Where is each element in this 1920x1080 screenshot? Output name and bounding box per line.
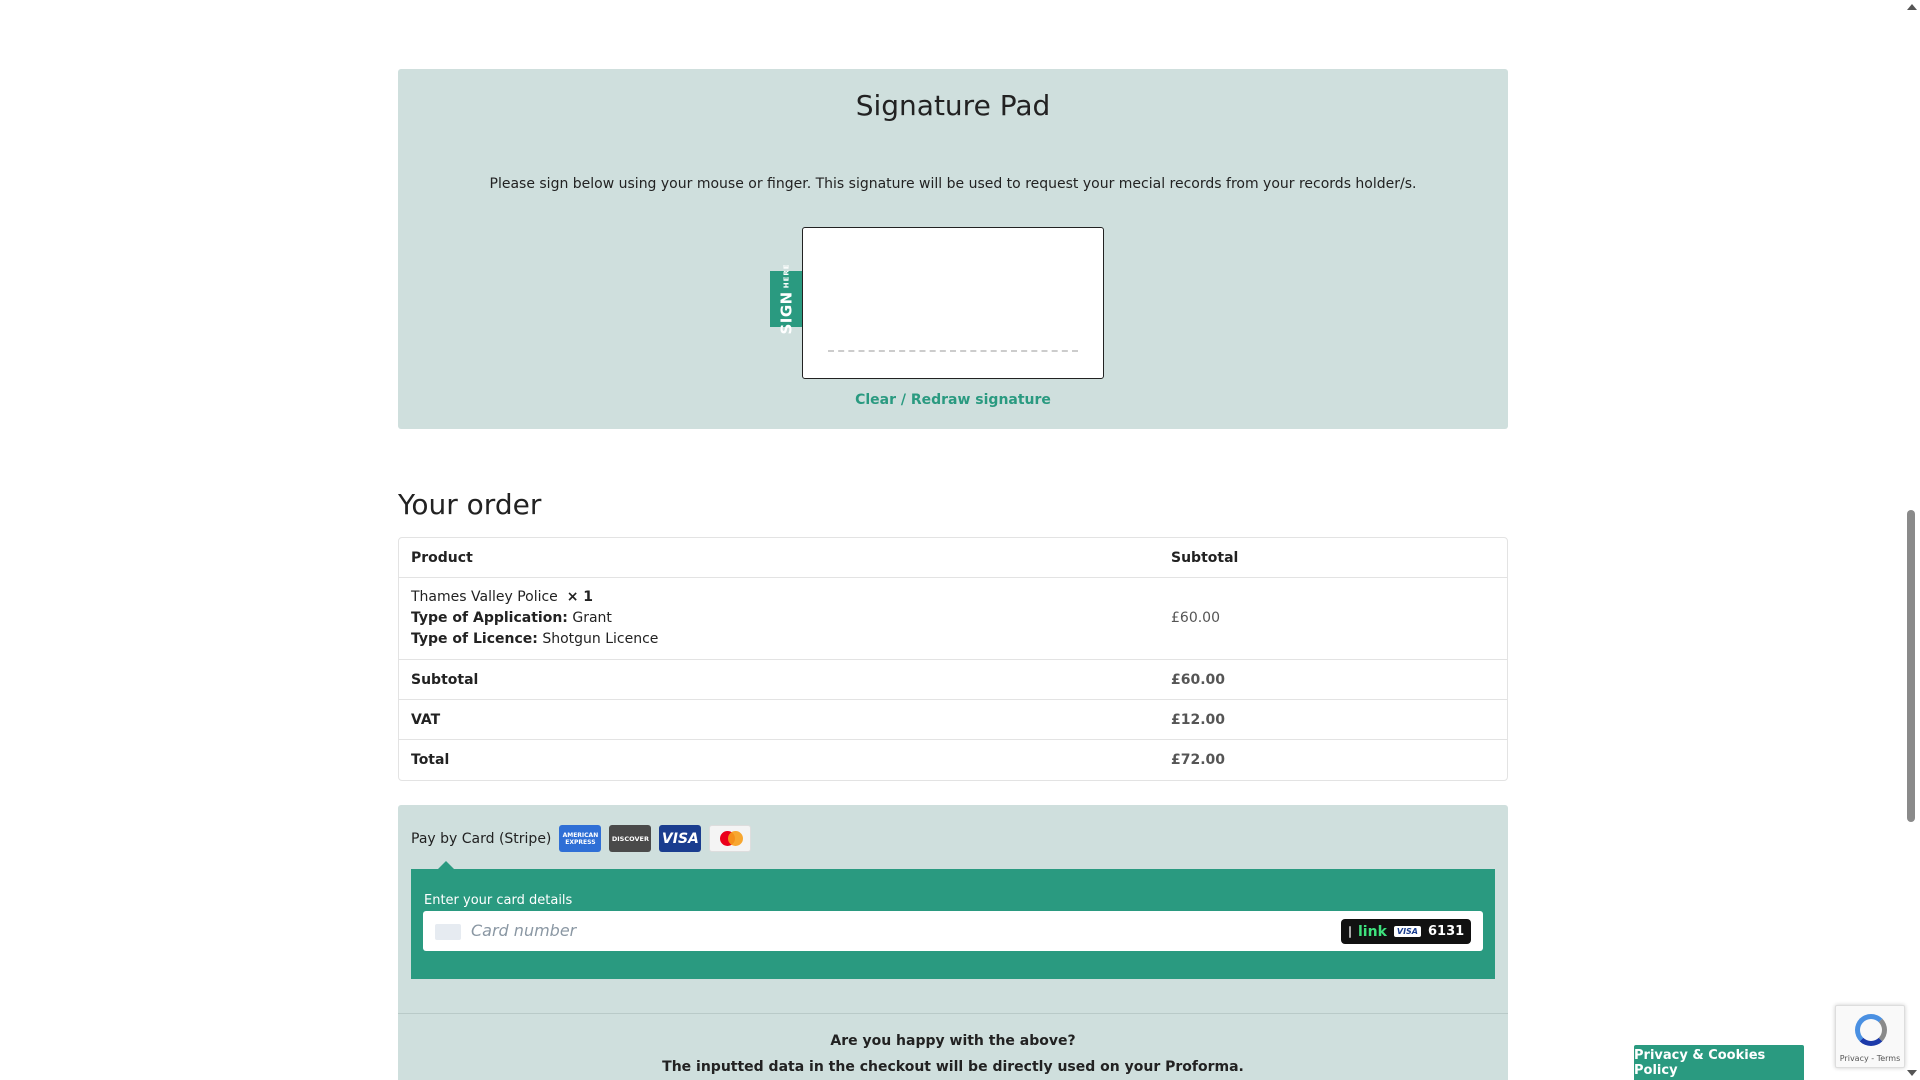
total-value: £72.00 [1171, 752, 1226, 768]
saved-card-last4: 6131 [1428, 924, 1465, 939]
privacy-cookies-button[interactable]: Privacy & Cookies Policy [1634, 1045, 1804, 1080]
subtotal-value: £60.00 [1159, 660, 1507, 700]
payment-section: Pay by Card (Stripe) AMERICAN EXPRESS DI… [398, 805, 1508, 1080]
stripe-link-button[interactable]: link VISA 6131 [1341, 919, 1471, 944]
order-table: Product Subtotal Thames Valley Police × … [398, 537, 1508, 781]
recaptcha-terms[interactable]: Privacy - Terms [1836, 1054, 1904, 1063]
discover-icon: DISCOVER [609, 825, 652, 852]
vertical-scrollbar[interactable] [1903, 0, 1920, 1080]
saved-visa-icon: VISA [1393, 926, 1421, 937]
product-quantity: × 1 [566, 589, 594, 605]
application-type-label: Type of Application: [411, 610, 568, 626]
order-item-details: Thames Valley Police × 1 Type of Applica… [399, 578, 1159, 660]
vat-label: VAT [399, 700, 1159, 740]
card-number-input[interactable]: Card number link VISA 6131 [423, 911, 1483, 951]
card-details-label: Enter your card details [424, 893, 573, 908]
subtotal-label: Subtotal [399, 660, 1159, 700]
amex-icon: AMERICAN EXPRESS [559, 825, 602, 852]
card-details-box: Enter your card details Card number link… [411, 861, 1495, 979]
vat-row: VAT £12.00 [399, 700, 1507, 740]
card-number-placeholder: Card number [471, 921, 577, 940]
application-type-value: Grant [572, 610, 612, 626]
total-label: Total [411, 752, 450, 768]
order-heading: Your order [398, 488, 542, 521]
scrollbar-thumb[interactable] [1907, 510, 1915, 822]
link-icon [1349, 925, 1351, 938]
here-tag-text: HERE [782, 263, 791, 289]
vat-value: £12.00 [1159, 700, 1507, 740]
visa-icon: VISA [659, 825, 702, 852]
order-header-row: Product Subtotal [399, 538, 1507, 578]
link-label: link [1358, 923, 1387, 940]
pointer-arrow [437, 861, 455, 870]
card-icon [435, 924, 461, 940]
mastercard-icon [709, 825, 752, 852]
signature-baseline [828, 350, 1078, 352]
scroll-up-icon[interactable] [1907, 4, 1917, 10]
signature-pad-section: Signature Pad Please sign below using yo… [398, 69, 1508, 429]
order-item-row: Thames Valley Police × 1 Type of Applica… [399, 578, 1507, 660]
recaptcha-icon [1855, 1014, 1887, 1046]
signature-canvas[interactable] [802, 227, 1104, 379]
licence-type-label: Type of Licence: [411, 631, 538, 647]
signature-instructions: Please sign below using your mouse or fi… [489, 176, 1417, 192]
confirm-text: The inputted data in the checkout will b… [662, 1059, 1244, 1075]
sign-tag-text: SIGN [777, 291, 796, 335]
order-item-price: £60.00 [1159, 578, 1507, 660]
column-header-subtotal: Subtotal [1159, 538, 1507, 578]
confirm-question: Are you happy with the above? [830, 1033, 1076, 1049]
column-header-product: Product [399, 538, 1159, 578]
payment-method-option[interactable]: Pay by Card (Stripe) AMERICAN EXPRESS DI… [411, 825, 752, 852]
divider [398, 1013, 1508, 1014]
scroll-down-icon[interactable] [1907, 1070, 1917, 1076]
signature-pad-title: Signature Pad [855, 89, 1051, 122]
total-row: Total £72.00 [399, 740, 1507, 780]
sign-here-tag: SIGN HERE [770, 263, 803, 335]
licence-type-value: Shotgun Licence [542, 631, 659, 647]
product-name: Thames Valley Police [411, 589, 558, 605]
recaptcha-badge[interactable]: Privacy - Terms [1835, 1005, 1905, 1068]
subtotal-row: Subtotal £60.00 [399, 660, 1507, 700]
page: Signature Pad Please sign below using yo… [0, 0, 1920, 1080]
payment-method-label: Pay by Card (Stripe) [411, 830, 552, 847]
clear-signature-link[interactable]: Clear / Redraw signature [398, 392, 1508, 408]
